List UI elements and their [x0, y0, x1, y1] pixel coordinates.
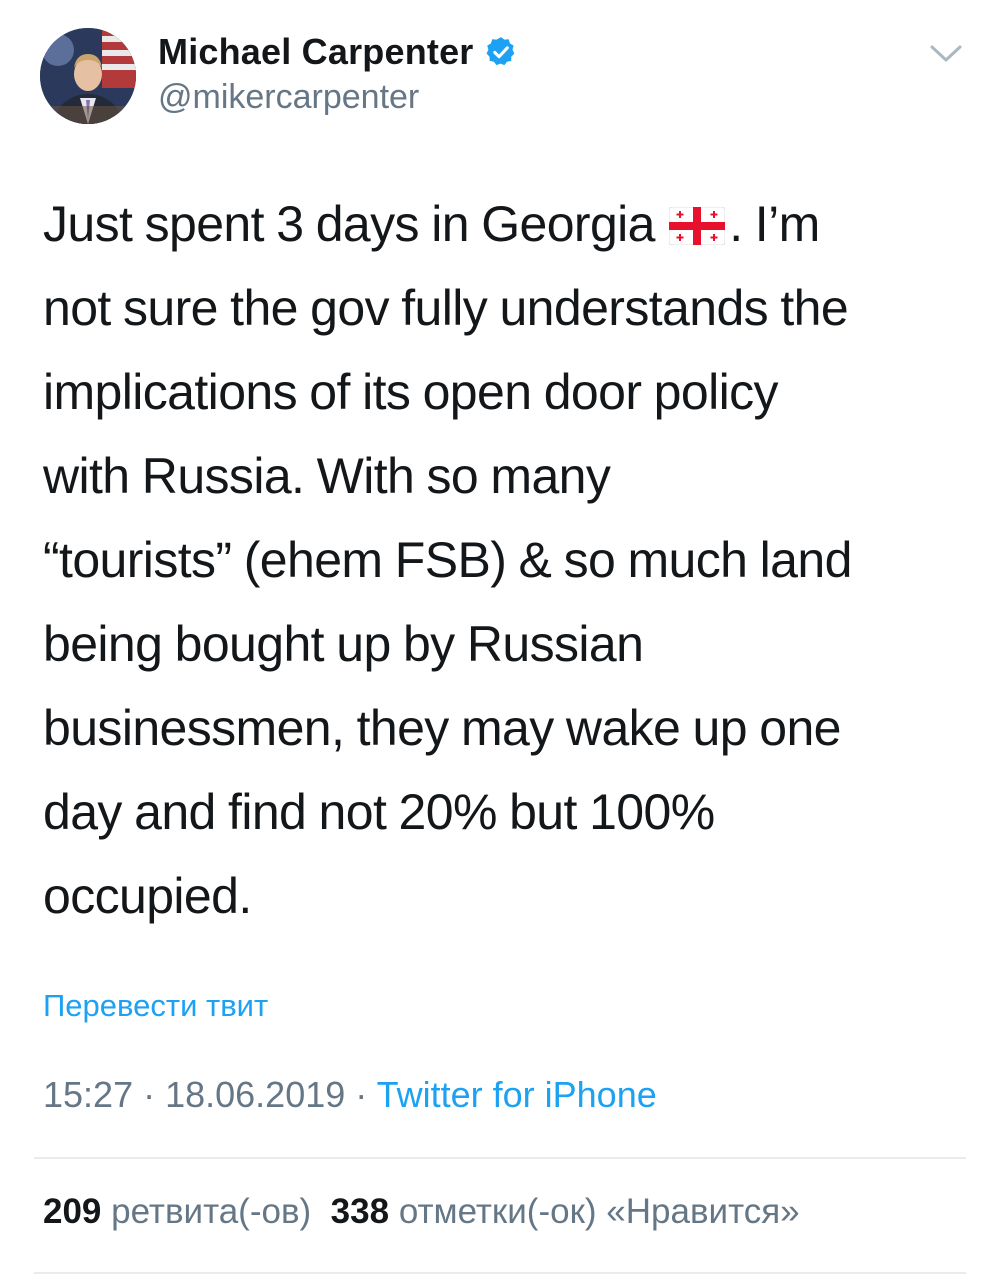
- avatar-photo: [40, 28, 136, 124]
- retweets-stat[interactable]: 209 ретвита(-ов): [43, 1192, 311, 1231]
- chevron-down-icon[interactable]: [926, 38, 966, 68]
- translate-tweet-link[interactable]: Перевести твит: [43, 988, 268, 1024]
- likes-label: отметки(-ок) «Нравится»: [398, 1192, 800, 1231]
- name-row: Michael Carpenter: [158, 30, 518, 74]
- tweet-meta: 15:27 · 18.06.2019 · Twitter for iPhone: [43, 1074, 657, 1116]
- verified-badge-icon: [486, 37, 514, 66]
- tweet-stats: 209 ретвита(-ов) 338 отметки(-ок) «Нрави…: [43, 1192, 800, 1232]
- tweet-line-5: “tourists” (ehem FSB) & so much land: [43, 532, 852, 588]
- tweet-line-2: not sure the gov fully understands the: [43, 280, 849, 336]
- likes-count: 338: [330, 1192, 390, 1231]
- tweet-line-1-text: Just spent 3 days in Georgia: [43, 196, 656, 252]
- tweet-line-6: being bought up by Russian: [43, 616, 644, 672]
- tweet-time: 15:27: [43, 1074, 134, 1115]
- tweet-date: 18.06.2019: [165, 1074, 346, 1115]
- tweet-line-4: with Russia. With so many: [43, 448, 611, 504]
- likes-stat[interactable]: 338 отметки(-ок) «Нравится»: [331, 1192, 800, 1231]
- georgia-flag-icon: [669, 207, 726, 245]
- display-name[interactable]: Michael Carpenter: [158, 31, 474, 73]
- tweet-line-7: businessmen, they may wake up one: [43, 700, 841, 756]
- retweets-label: ретвита(-ов): [111, 1192, 312, 1231]
- tweet-line-8: day and find not 20% but 100%: [43, 784, 715, 840]
- user-handle[interactable]: @mikercarpenter: [158, 78, 419, 117]
- tweet-card: Michael Carpenter @mikercarpenter Just s…: [0, 0, 1000, 1280]
- tweet-source-link[interactable]: Twitter for iPhone: [377, 1074, 657, 1115]
- avatar[interactable]: [40, 28, 136, 124]
- retweets-count: 209: [43, 1192, 102, 1231]
- meta-separator-1: ·: [133, 1074, 166, 1115]
- tweet-line-1-tail: . I’m: [729, 196, 820, 252]
- tweet-line-9: occupied.: [43, 868, 252, 924]
- divider-bottom: [34, 1272, 966, 1274]
- tweet-line-3: implications of its open door policy: [43, 364, 779, 420]
- tweet-text: Just spent 3 days in Georgia . I’m not s…: [43, 182, 973, 938]
- meta-separator-2: ·: [345, 1074, 377, 1115]
- tweet-line-1: Just spent 3 days in Georgia . I’m: [43, 182, 973, 266]
- divider-top: [34, 1157, 966, 1159]
